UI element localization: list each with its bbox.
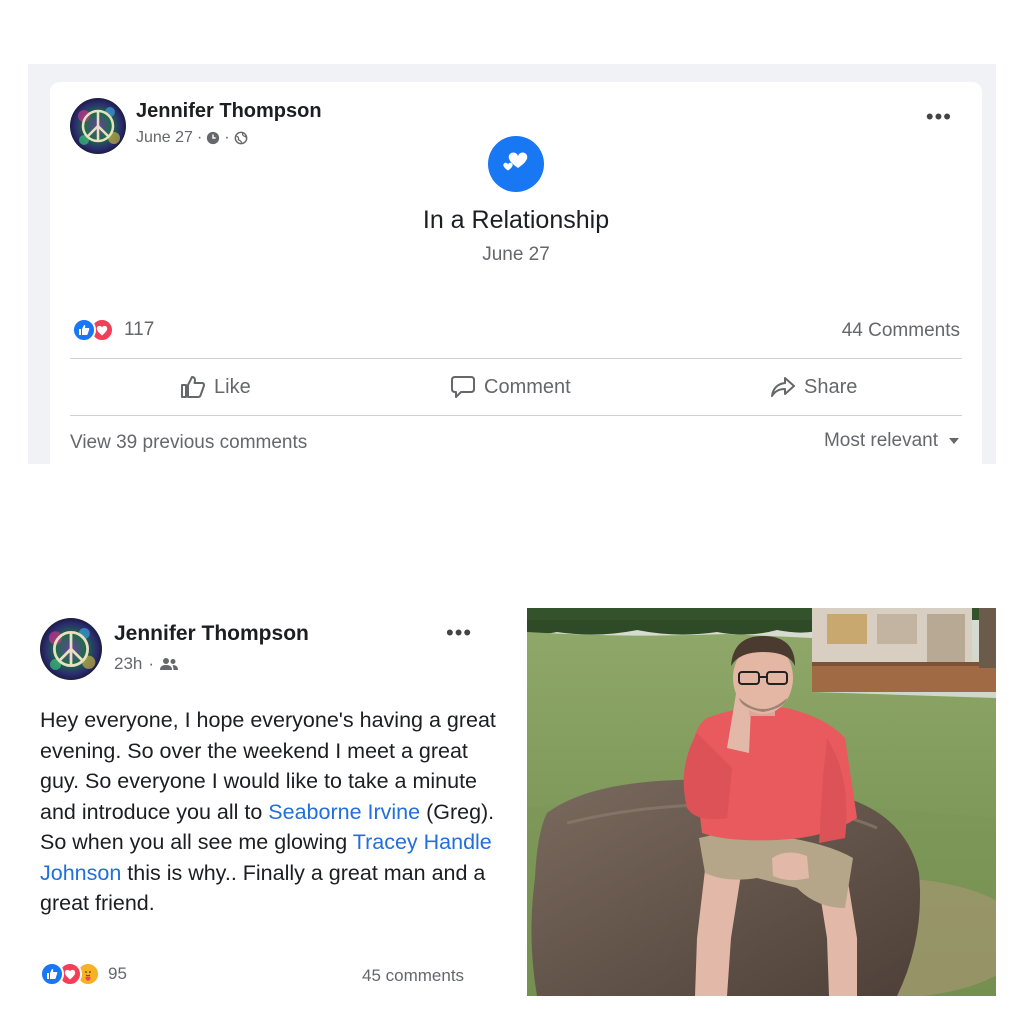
- share-label: Share: [804, 375, 858, 398]
- peace-sign-avatar-icon: [40, 618, 102, 680]
- author-avatar[interactable]: [40, 618, 102, 680]
- post-date[interactable]: June 27: [136, 129, 193, 147]
- view-previous-comments-link[interactable]: View 39 previous comments: [70, 432, 307, 454]
- share-button[interactable]: Share: [770, 370, 857, 404]
- relationship-post-card: Jennifer Thompson June 27 · · ••• In a R…: [50, 82, 982, 464]
- speech-bubble-icon: [451, 376, 475, 398]
- post-photo[interactable]: [527, 608, 996, 996]
- more-options-icon[interactable]: •••: [446, 622, 472, 644]
- like-reaction-icon: [40, 962, 64, 986]
- more-options-icon[interactable]: •••: [926, 106, 952, 128]
- caret-down-icon: [949, 438, 959, 444]
- relationship-status: In a Relationship: [422, 206, 610, 234]
- post-meta: June 27 · ·: [136, 129, 248, 147]
- clock-icon: [207, 131, 220, 145]
- share-arrow-icon: [771, 377, 795, 397]
- meta-separator: ·: [148, 654, 155, 673]
- divider: [70, 415, 962, 416]
- globe-icon: [234, 131, 247, 145]
- meta-separator: ·: [196, 129, 203, 146]
- divider: [70, 358, 962, 359]
- comments-count[interactable]: 45 comments: [362, 966, 464, 986]
- post-time[interactable]: 23h: [114, 654, 142, 674]
- peace-sign-avatar-icon: [70, 98, 126, 154]
- reactions-summary[interactable]: 117: [72, 318, 154, 342]
- like-label: Like: [214, 375, 251, 398]
- like-reaction-icon: [72, 318, 96, 342]
- man-sitting-on-rock-photo: [527, 608, 996, 996]
- relationship-post-screenshot: Jennifer Thompson June 27 · · ••• In a R…: [28, 64, 996, 464]
- mention-link[interactable]: Seaborne Irvine: [268, 800, 420, 824]
- reaction-count[interactable]: 117: [124, 319, 154, 341]
- comment-sort-dropdown[interactable]: Most relevant: [824, 430, 960, 452]
- author-name[interactable]: Jennifer Thompson: [114, 622, 309, 646]
- post-text: Hey everyone, I hope everyone's having a…: [40, 705, 500, 919]
- reaction-count[interactable]: 95: [108, 964, 127, 984]
- relationship-date: June 27: [482, 244, 550, 265]
- friends-icon: [160, 658, 179, 670]
- comment-button[interactable]: Comment: [450, 370, 571, 404]
- post-meta: 23h ·: [114, 654, 179, 674]
- sort-label: Most relevant: [823, 430, 938, 451]
- like-button[interactable]: Like: [180, 370, 251, 404]
- meta-separator: ·: [224, 129, 230, 146]
- author-name[interactable]: Jennifer Thompson: [136, 100, 322, 123]
- comment-label: Comment: [484, 375, 571, 398]
- author-avatar[interactable]: [70, 98, 126, 154]
- hearts-icon: [488, 136, 544, 192]
- comments-count[interactable]: 44 Comments: [842, 320, 960, 342]
- thumbs-up-icon: [181, 376, 205, 398]
- reactions-summary[interactable]: 95: [40, 962, 127, 986]
